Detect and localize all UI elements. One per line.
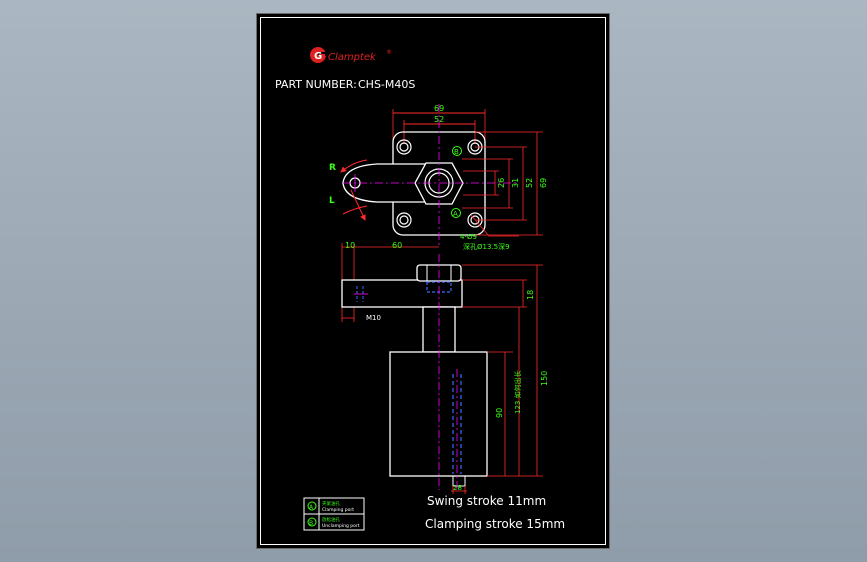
part-number-value: CHS-M40S — [358, 78, 415, 91]
logo-name: Clamptek — [328, 52, 377, 63]
clamping-stroke-note: Clamping stroke 15mm — [425, 517, 565, 531]
dim-body: 90 — [495, 408, 504, 418]
port-legend: A 夹紧油孔 Clamping port B 放松油孔 Unclamping p… — [303, 497, 365, 531]
logo-letter: G — [314, 51, 322, 62]
dim-h1: 26 — [497, 178, 506, 188]
dim-stroke-total: 123 如何出长 — [513, 370, 522, 414]
part-number-label: PART NUMBER: — [275, 78, 357, 91]
swing-stroke-note: Swing stroke 11mm — [427, 494, 546, 508]
drawing-canvas: G Clamptek ® PART NUMBER: CHS-M40S 69 52 — [275, 47, 565, 531]
hole-note-1: 4-Ø9 — [460, 233, 477, 241]
dim-rod: 28 — [453, 484, 462, 492]
drawing-sheet: G Clamptek ® PART NUMBER: CHS-M40S 69 52 — [256, 13, 610, 549]
port-a-label: A — [453, 210, 458, 218]
dim-h4: 69 — [539, 178, 548, 188]
arrow-label-right: R — [329, 163, 336, 173]
dim-arm-height: 18 — [526, 290, 535, 300]
legend-icon-b: B — [309, 520, 313, 527]
port-b-label: B — [454, 148, 459, 156]
clamp-arm-side — [341, 279, 463, 308]
cylinder-body — [389, 351, 488, 477]
top-view: 69 52 R L B A 26 31 52 69 4-Ø9 深孔Ø13.5深9 — [329, 104, 548, 251]
legend-subtitle-b: Unclamping port — [322, 523, 360, 529]
side-view: 10 60 M10 18 123 如何出长 150 90 28 — [341, 241, 549, 494]
dim-arm-offset: 10 — [345, 241, 355, 250]
clamptek-logo: G Clamptek ® — [310, 47, 392, 63]
logo-trademark: ® — [386, 49, 392, 56]
legend-title-b: 放松油孔 — [322, 516, 340, 523]
dim-thread: M10 — [366, 314, 381, 322]
dim-h2: 31 — [511, 178, 520, 188]
swing-left-arc — [342, 205, 368, 215]
hole-note-2: 深孔Ø13.5深9 — [463, 242, 510, 251]
dim-h3: 52 — [525, 178, 534, 188]
legend-subtitle-a: Clamping port — [322, 507, 354, 513]
arrow-label-left: L — [329, 196, 335, 206]
dim-overall: 150 — [540, 371, 549, 386]
legend-title-a: 夹紧油孔 — [322, 500, 340, 507]
dim-arm-length: 60 — [392, 241, 402, 250]
